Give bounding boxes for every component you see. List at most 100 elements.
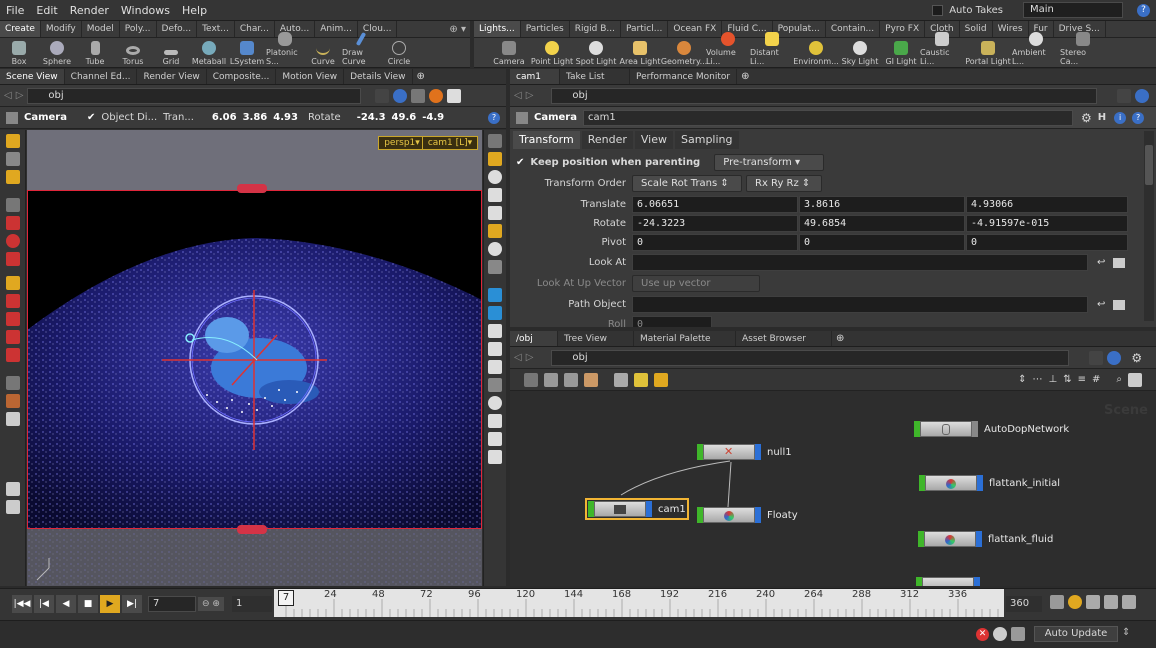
end-frame-field[interactable]: 360 xyxy=(1006,596,1042,612)
link-icon[interactable] xyxy=(1135,88,1150,103)
display-options-icon[interactable] xyxy=(488,242,502,256)
select-objects-icon[interactable] xyxy=(5,170,20,184)
shelf-tab-container[interactable]: Contain... xyxy=(826,21,881,37)
viewer-tx[interactable]: 6.06 xyxy=(212,112,237,123)
magnet-tool-icon[interactable] xyxy=(5,348,20,362)
hand-tool-icon[interactable] xyxy=(5,482,20,496)
network-canvas[interactable]: Scene ✕ null1 cam1 Floaty AutoDopNetwork… xyxy=(510,391,1156,586)
pre-transform-menu[interactable]: Pre-transform ▾ xyxy=(714,154,825,171)
cloud-icon[interactable] xyxy=(993,627,1007,641)
visualizer-icon[interactable] xyxy=(488,378,502,392)
look-at-field[interactable] xyxy=(632,254,1088,271)
persp-camera-menu[interactable]: persp1▾ xyxy=(378,136,426,150)
shelf-tab-deform[interactable]: Defo... xyxy=(157,21,198,37)
object-di-checkbox[interactable]: ✔ xyxy=(87,112,95,123)
tool-metaball[interactable]: Metaball xyxy=(190,41,228,67)
tab-performance-monitor[interactable]: Performance Monitor xyxy=(630,69,738,84)
frame-step-icon[interactable]: ⊖ ⊕ xyxy=(198,597,224,611)
head-light-icon[interactable] xyxy=(488,206,502,220)
tool-lsystem[interactable]: LSystem xyxy=(228,41,266,67)
tool-ambient-light[interactable]: Ambient L... xyxy=(1012,32,1060,67)
tool-environment-light[interactable]: Environm... xyxy=(793,41,839,67)
tool-platonic[interactable]: Platonic S... xyxy=(266,32,304,67)
menu-render[interactable]: Render xyxy=(64,4,115,17)
tab-channel-editor[interactable]: Channel Ed... xyxy=(65,69,138,84)
shading-icon[interactable] xyxy=(488,170,502,184)
auto-takes-checkbox[interactable] xyxy=(932,4,944,16)
shelf-tab-model[interactable]: Model xyxy=(82,21,120,37)
keys-icon[interactable] xyxy=(1104,595,1118,609)
tab-obj-network[interactable]: /obj xyxy=(510,331,558,346)
tree-icon[interactable] xyxy=(564,372,578,387)
zoom-tool-icon[interactable] xyxy=(5,500,20,514)
brush-tool-icon[interactable] xyxy=(5,330,20,344)
node-partial[interactable] xyxy=(916,577,980,586)
flipbook-icon[interactable] xyxy=(488,450,502,464)
back-icon[interactable]: ◁ xyxy=(514,352,522,363)
tool-spot-light[interactable]: Spot Light xyxy=(574,41,618,67)
background-image-icon[interactable] xyxy=(488,414,502,428)
node-floaty[interactable]: Floaty xyxy=(697,507,798,523)
tab-material-palette[interactable]: Material Palette xyxy=(634,331,736,346)
forward-icon[interactable]: ▷ xyxy=(526,352,534,363)
tool-sky-light[interactable]: Sky Light xyxy=(838,41,882,67)
shelf-tab-create[interactable]: Create xyxy=(0,21,41,37)
shelf-tab-texture[interactable]: Text... xyxy=(197,21,235,37)
node-flattank-fluid[interactable]: flattank_fluid xyxy=(918,531,1053,547)
step-forward-icon[interactable]: ▶| xyxy=(122,595,142,613)
tab-take-list[interactable]: Take List xyxy=(560,69,630,84)
wire-icon[interactable] xyxy=(488,260,502,274)
lock-camera-icon[interactable] xyxy=(488,134,502,148)
pivot-y[interactable]: 0 xyxy=(799,234,965,251)
sort-icon[interactable]: ⇅ xyxy=(1063,374,1071,385)
audio-icon[interactable] xyxy=(1050,595,1064,609)
network-add-icon[interactable]: ⊕ xyxy=(832,331,848,346)
arrange-icon[interactable]: ≡ xyxy=(1078,374,1086,385)
pin-icon[interactable] xyxy=(1117,88,1132,103)
tool-caustic-light[interactable]: Caustic Li... xyxy=(920,32,964,67)
tab-asset-browser[interactable]: Asset Browser xyxy=(736,331,832,346)
keep-position-checkbox[interactable]: ✔ xyxy=(516,157,524,168)
translate-y[interactable]: 3.8616 xyxy=(799,196,965,213)
shelf-add-icon[interactable]: ⊕ ▾ xyxy=(445,21,470,37)
look-at-jump-icon[interactable]: ↩ xyxy=(1097,257,1105,268)
normals-icon[interactable] xyxy=(488,306,502,320)
look-up-menu[interactable]: Use up vector xyxy=(632,275,760,292)
viewer-tz[interactable]: 4.93 xyxy=(273,112,298,123)
parm-tab-render[interactable]: Render xyxy=(581,131,633,149)
gear-icon[interactable]: ⚙ xyxy=(1081,111,1092,125)
shelf-tab-pyro[interactable]: Pyro FX xyxy=(880,21,926,37)
table-icon[interactable] xyxy=(544,372,558,387)
frame-icon[interactable] xyxy=(488,396,502,410)
global-animation-icon[interactable] xyxy=(1086,595,1100,609)
align-icon[interactable]: ⊥ xyxy=(1049,374,1058,385)
shelf-tab-poly[interactable]: Poly... xyxy=(120,21,157,37)
display-icon[interactable] xyxy=(411,88,426,103)
parm-tab-transform[interactable]: Transform xyxy=(513,131,580,149)
shelf-tab-lights[interactable]: Lights... xyxy=(474,21,521,37)
shelf-tab-modify[interactable]: Modify xyxy=(41,21,82,37)
tool-point-light[interactable]: Point Light xyxy=(530,41,574,67)
desktop-select[interactable]: Main xyxy=(1023,2,1123,18)
parm-tab-sampling[interactable]: Sampling xyxy=(675,131,739,149)
current-frame-marker[interactable]: 7 xyxy=(278,590,294,606)
link-icon[interactable] xyxy=(1107,350,1122,365)
home-icon[interactable] xyxy=(1128,372,1142,387)
path-chooser-icon[interactable] xyxy=(1113,299,1126,310)
link-icon[interactable] xyxy=(393,88,408,103)
auto-update-menu[interactable]: Auto Update xyxy=(1034,626,1118,642)
tool-box[interactable]: Box xyxy=(0,41,38,67)
tab-render-view[interactable]: Render View xyxy=(137,69,207,84)
left-pane-add-icon[interactable]: ⊕ xyxy=(413,69,429,84)
path-jump-icon[interactable]: ↩ xyxy=(1097,299,1105,310)
rotate-y[interactable]: 49.6854 xyxy=(799,215,965,232)
pivot-z[interactable]: 0 xyxy=(966,234,1128,251)
background-icon[interactable] xyxy=(447,88,462,103)
pose-tool-icon[interactable] xyxy=(5,276,20,290)
tab-scene-view[interactable]: Scene View xyxy=(0,69,65,84)
tool-tube[interactable]: Tube xyxy=(76,41,114,67)
right-pane-add-icon[interactable]: ⊕ xyxy=(737,69,753,84)
tool-grid[interactable]: Grid xyxy=(152,43,190,67)
menu-file[interactable]: File xyxy=(0,4,30,17)
zoom-icon[interactable]: ⌕ xyxy=(1116,374,1122,385)
